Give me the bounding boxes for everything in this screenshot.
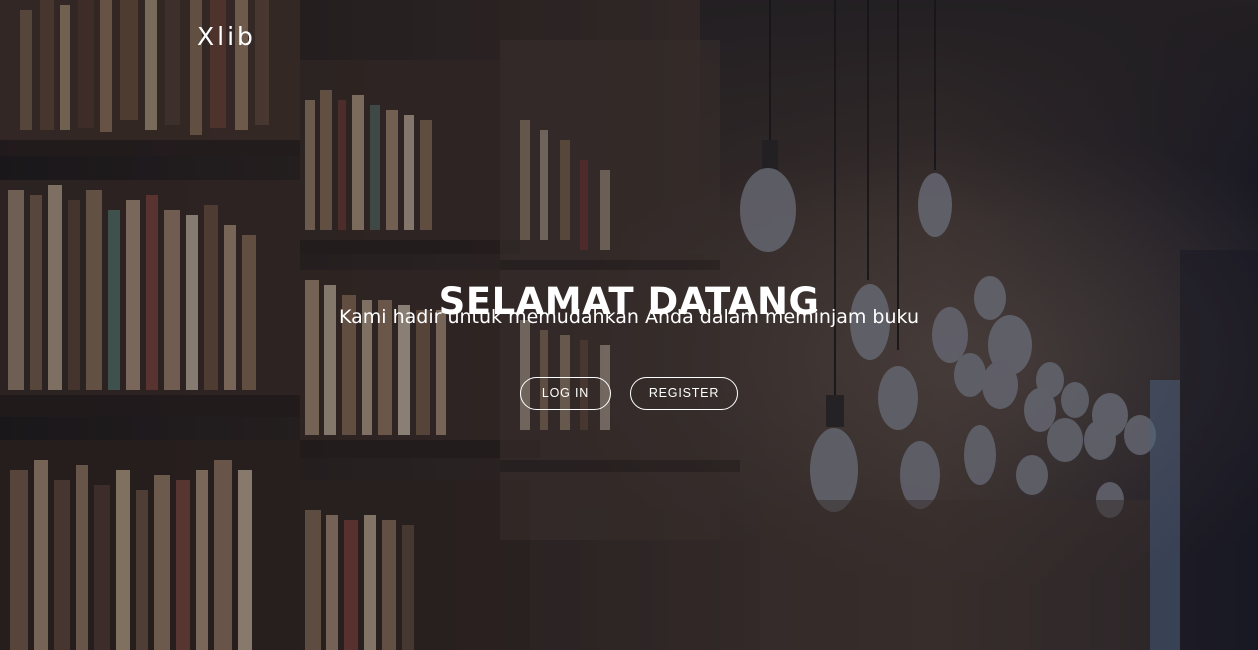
login-button[interactable]: LOG IN — [520, 377, 611, 410]
hero-section: Xlib SELAMAT DATANG Kami hadir untuk mem… — [0, 0, 1258, 650]
brand-logo-text[interactable]: Xlib — [197, 22, 256, 51]
page-subtitle: Kami hadir untuk memudahkan Anda dalam m… — [339, 306, 919, 328]
register-button[interactable]: REGISTER — [630, 377, 738, 410]
hero-actions: LOG IN REGISTER — [0, 377, 1258, 410]
